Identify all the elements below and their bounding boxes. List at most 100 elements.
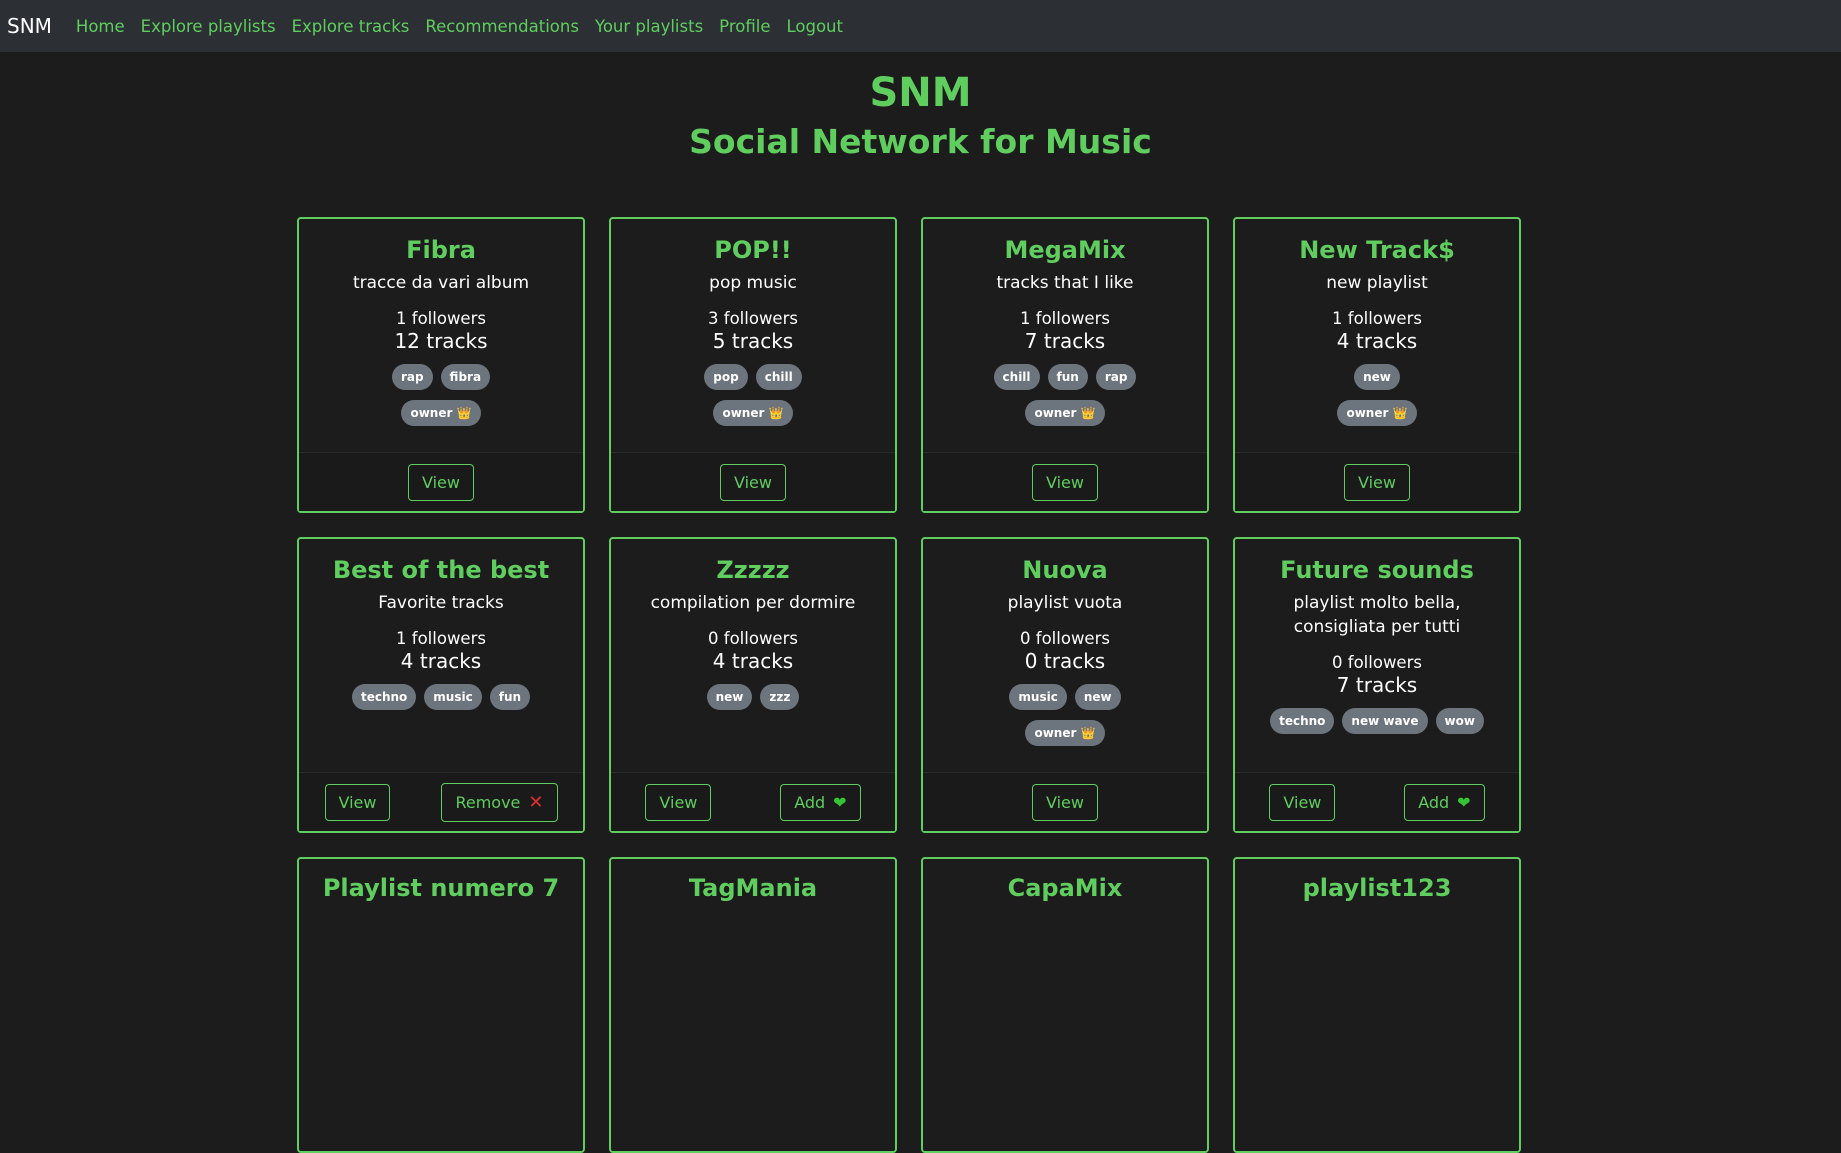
playlist-title: Playlist numero 7 (322, 874, 560, 902)
tag-badge: rap (391, 364, 433, 390)
add-label: Add (1418, 792, 1450, 812)
nav-profile[interactable]: Profile (719, 17, 770, 36)
playlist-card: Nuova playlist vuota 0 followers 0 track… (921, 537, 1209, 833)
view-button[interactable]: View (1032, 783, 1098, 821)
tag-badge: fun (489, 684, 531, 710)
tag-badge: fun (1047, 364, 1088, 390)
tag-badge: chill (755, 364, 802, 390)
add-button[interactable]: Add ❤ (780, 783, 861, 821)
card-body: Best of the best Favorite tracks 1 follo… (299, 539, 583, 772)
tag-badge: music (424, 684, 482, 710)
card-body: CapaMix (923, 859, 1207, 1151)
card-body: Nuova playlist vuota 0 followers 0 track… (923, 539, 1207, 772)
followers-count: 0 followers (1332, 653, 1422, 672)
view-button[interactable]: View (645, 783, 712, 821)
playlist-card: POP!! pop music 3 followers 5 tracks pop… (609, 217, 897, 513)
card-body: MegaMix tracks that I like 1 followers 7… (923, 219, 1207, 452)
tracks-count: 4 tracks (712, 649, 794, 673)
tag-list: chill fun rap (933, 364, 1197, 390)
playlist-grid: Fibra tracce da vari album 1 followers 1… (297, 217, 1521, 1153)
tag-badge: wow (1435, 708, 1484, 734)
tag-badge: new (1074, 684, 1121, 710)
tag-list: rap fibra (309, 364, 573, 390)
followers-count: 0 followers (1020, 629, 1110, 648)
card-footer: View (611, 452, 895, 511)
view-button[interactable]: View (720, 463, 786, 501)
tag-badge: music (1009, 684, 1067, 710)
card-body: New Track$ new playlist 1 followers 4 tr… (1235, 219, 1519, 452)
nav-your-playlists[interactable]: Your playlists (595, 17, 703, 36)
tracks-count: 7 tracks (1336, 673, 1418, 697)
playlist-title: Nuova (1022, 556, 1108, 584)
playlist-description: tracks that I like (996, 273, 1134, 293)
page-subtitle: Social Network for Music (689, 122, 1152, 161)
playlist-card: Fibra tracce da vari album 1 followers 1… (297, 217, 585, 513)
card-footer: View Add ❤ (1235, 772, 1519, 831)
card-body: TagMania (611, 859, 895, 1151)
card-body: playlist123 (1235, 859, 1519, 1151)
playlist-title: Best of the best (332, 556, 550, 584)
card-footer: View (299, 452, 583, 511)
playlist-title: MegaMix (1004, 236, 1126, 264)
tracks-count: 5 tracks (712, 329, 794, 353)
playlist-description: new playlist (1326, 273, 1428, 293)
view-button[interactable]: View (1344, 463, 1410, 501)
owner-badge: owner 👑 (1337, 400, 1417, 426)
playlist-description: tracce da vari album (352, 273, 530, 293)
tracks-count: 7 tracks (1024, 329, 1106, 353)
playlist-title: Zzzzz (716, 556, 790, 584)
nav-recommendations[interactable]: Recommendations (425, 17, 579, 36)
tag-list: new zzz (621, 684, 885, 710)
followers-count: 0 followers (708, 629, 798, 648)
remove-button[interactable]: Remove ✕ (441, 782, 558, 822)
view-button[interactable]: View (324, 783, 391, 821)
card-footer: View (1235, 452, 1519, 511)
view-button[interactable]: View (408, 463, 474, 501)
card-footer: View Add ❤ (611, 772, 895, 831)
playlist-description: Favorite tracks (378, 593, 504, 613)
tracks-count: 0 tracks (1024, 649, 1106, 673)
followers-count: 3 followers (708, 309, 798, 328)
nav-explore-playlists[interactable]: Explore playlists (141, 17, 276, 36)
playlist-card: MegaMix tracks that I like 1 followers 7… (921, 217, 1209, 513)
nav-logout[interactable]: Logout (786, 17, 843, 36)
tag-list: pop chill (621, 364, 885, 390)
followers-count: 1 followers (1332, 309, 1422, 328)
brand-logo[interactable]: SNM (7, 14, 52, 38)
view-button[interactable]: View (1269, 783, 1336, 821)
followers-count: 1 followers (1020, 309, 1110, 328)
tag-badge: fibra (440, 364, 491, 390)
playlist-description: playlist vuota (1007, 593, 1123, 613)
nav-explore-tracks[interactable]: Explore tracks (292, 17, 410, 36)
followers-count: 1 followers (396, 309, 486, 328)
playlist-card: Playlist numero 7 (297, 857, 585, 1153)
add-button[interactable]: Add ❤ (1404, 783, 1485, 821)
owner-badge: owner 👑 (401, 400, 481, 426)
tag-badge: new (1354, 364, 1400, 390)
playlist-card: Future sounds playlist molto bella, cons… (1233, 537, 1521, 833)
playlist-card: Zzzzz compilation per dormire 0 follower… (609, 537, 897, 833)
tag-badge: techno (351, 684, 417, 710)
add-label: Add (794, 792, 826, 812)
playlist-description: compilation per dormire (650, 593, 856, 613)
playlist-title: Fibra (406, 236, 476, 264)
playlist-title: POP!! (714, 236, 792, 264)
tracks-count: 12 tracks (394, 329, 488, 353)
tracks-count: 4 tracks (400, 649, 482, 673)
tag-badge: new wave (1342, 708, 1428, 734)
page-title: SNM (869, 70, 972, 116)
owner-badge: owner 👑 (713, 400, 793, 426)
playlist-title: playlist123 (1302, 874, 1452, 902)
heart-icon: ❤ (1457, 792, 1471, 812)
card-body: Playlist numero 7 (299, 859, 583, 1151)
card-footer: View (923, 772, 1207, 831)
hero: SNM Social Network for Music (0, 52, 1841, 167)
owner-badge: owner 👑 (1025, 400, 1105, 426)
playlist-card: TagMania (609, 857, 897, 1153)
nav-home[interactable]: Home (76, 17, 125, 36)
owner-badge: owner 👑 (1025, 720, 1105, 746)
playlist-title: TagMania (688, 874, 818, 902)
tracks-count: 4 tracks (1336, 329, 1418, 353)
view-button[interactable]: View (1032, 463, 1098, 501)
tag-badge: zzz (760, 684, 800, 710)
